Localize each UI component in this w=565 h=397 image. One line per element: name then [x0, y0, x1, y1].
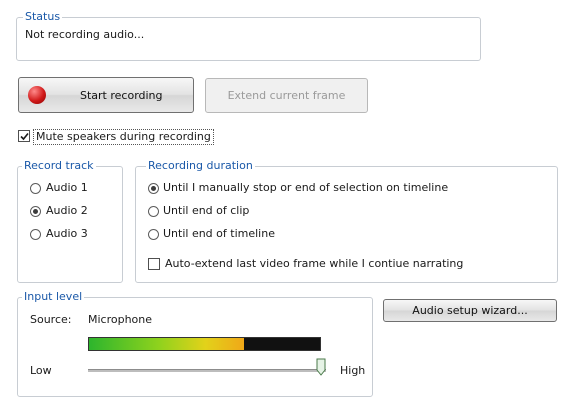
recording-duration-group: Recording duration Until I manually stop…	[135, 159, 558, 283]
source-label: Source:	[30, 313, 72, 326]
audio-setup-wizard-label: Audio setup wizard...	[412, 304, 528, 317]
radio-audio-2-label[interactable]: Audio 2	[46, 204, 88, 218]
record-track-group: Record track Audio 1 Audio 2 Audio 3	[17, 159, 123, 283]
extend-current-frame-button[interactable]: Extend current frame	[205, 78, 368, 113]
low-label: Low	[30, 364, 52, 377]
radio-until-manual-stop-label[interactable]: Until I manually stop or end of selectio…	[163, 181, 448, 195]
audio-setup-wizard-button[interactable]: Audio setup wizard...	[383, 299, 557, 322]
radio-audio-3[interactable]	[30, 229, 41, 240]
auto-extend-checkbox[interactable]	[148, 258, 160, 270]
input-level-meter-fill	[89, 338, 244, 350]
input-level-legend: Input level	[22, 290, 85, 304]
input-level-meter	[88, 337, 321, 351]
radio-selected-dot	[33, 209, 38, 214]
high-label: High	[340, 364, 366, 377]
mute-speakers-label[interactable]: Mute speakers during recording	[33, 129, 214, 145]
start-recording-label: Start recording	[80, 88, 163, 102]
checkmark-icon	[19, 132, 29, 140]
status-legend: Status	[23, 10, 63, 24]
status-group: Status Not recording audio...	[16, 10, 481, 61]
radio-until-manual-stop[interactable]	[148, 183, 159, 194]
record-icon	[28, 86, 46, 104]
radio-selected-dot	[151, 186, 156, 191]
record-track-legend: Record track	[22, 159, 96, 173]
source-value: Microphone	[88, 313, 153, 326]
start-recording-button[interactable]: Start recording	[18, 77, 194, 113]
radio-audio-2[interactable]	[30, 206, 41, 217]
auto-extend-label[interactable]: Auto-extend last video frame while I con…	[165, 257, 463, 271]
radio-until-end-of-clip-label[interactable]: Until end of clip	[163, 204, 249, 218]
status-text: Not recording audio...	[25, 28, 145, 41]
radio-until-end-of-clip[interactable]	[148, 206, 159, 217]
input-gain-slider-track[interactable]	[88, 369, 326, 372]
radio-audio-1-label[interactable]: Audio 1	[46, 181, 88, 195]
radio-audio-3-label[interactable]: Audio 3	[46, 227, 88, 241]
radio-until-end-of-timeline-label[interactable]: Until end of timeline	[163, 227, 275, 241]
radio-until-end-of-timeline[interactable]	[148, 229, 159, 240]
mute-speakers-check-box[interactable]	[18, 130, 30, 142]
radio-audio-1[interactable]	[30, 183, 41, 194]
recording-duration-legend: Recording duration	[146, 159, 255, 173]
input-level-group: Input level Source: Microphone Low High	[17, 290, 373, 397]
input-gain-slider-thumb[interactable]	[316, 358, 326, 376]
extend-current-frame-label: Extend current frame	[227, 89, 346, 102]
